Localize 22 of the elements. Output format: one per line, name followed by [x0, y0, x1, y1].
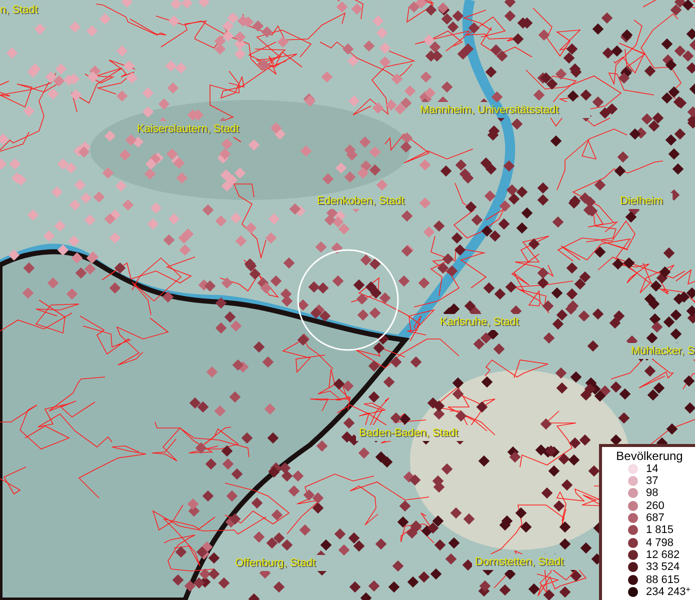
legend-label: 14: [646, 462, 658, 475]
place-label: Kaiserslautern, Stadt: [137, 123, 240, 135]
legend-label: 98: [646, 487, 658, 500]
place-label: Mühlacker, S: [631, 345, 695, 357]
place-label: Dielheim: [620, 195, 663, 207]
place-label: Karlsruhe, Stadt: [440, 316, 519, 328]
legend-label: 88 615: [646, 574, 680, 586]
legend-label: 687: [646, 512, 664, 524]
place-label: n, Stadt: [0, 4, 38, 16]
legend-title: Bevölkerung: [615, 448, 684, 463]
legend-label: 37: [646, 475, 658, 488]
legend-label: 33 524: [646, 561, 680, 574]
legend-label: 12 682: [646, 548, 680, 561]
place-label: Baden-Baden, Stadt: [359, 427, 458, 439]
place-label: Edenkoben, Stadt: [317, 195, 404, 207]
legend-label: 4 798: [646, 536, 674, 549]
legend-label: 260: [646, 500, 664, 512]
legend-label: 1 815: [646, 524, 674, 536]
place-label: Offenburg, Stadt: [235, 557, 316, 569]
place-label: Mannheim, Universitätsstadt: [420, 104, 559, 116]
place-label: Dornstetten, Stadt: [475, 556, 564, 568]
legend-label: 234 243$^{+}$: [646, 586, 690, 598]
